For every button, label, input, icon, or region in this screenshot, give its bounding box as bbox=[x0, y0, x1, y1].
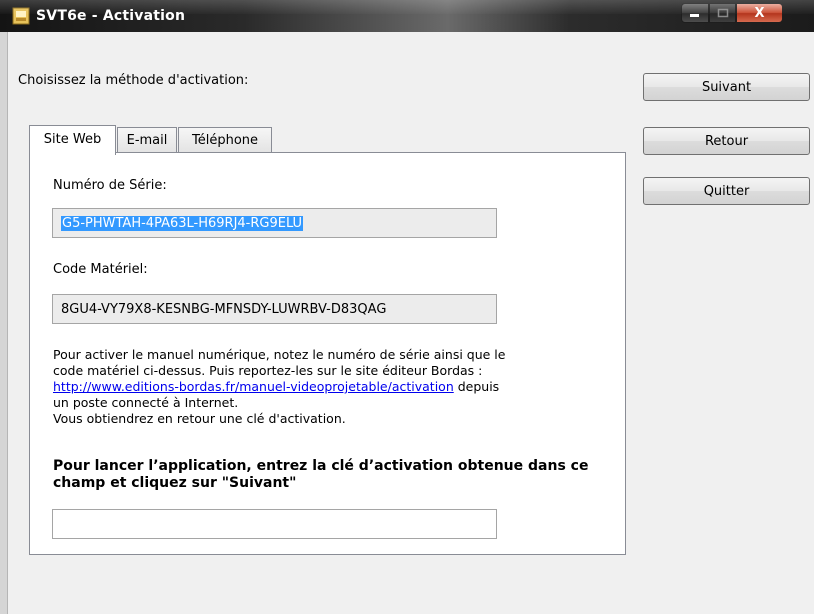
next-button[interactable]: Suivant bbox=[643, 73, 810, 101]
quit-button[interactable]: Quitter bbox=[643, 177, 810, 205]
window-title: SVT6e - Activation bbox=[36, 8, 186, 24]
instructions: Pour activer le manuel numérique, notez … bbox=[53, 347, 613, 427]
key-prompt: Pour lancer l’application, entrez la clé… bbox=[53, 458, 589, 491]
activation-window: SVT6e - Activation X Choisissez la métho… bbox=[0, 0, 814, 614]
serial-value: G5-PHWTAH-4PA63L-H69RJ4-RG9ELU bbox=[61, 215, 304, 231]
app-icon bbox=[12, 7, 30, 25]
minimize-button[interactable] bbox=[681, 3, 709, 23]
instructions-line: un poste connecté à Internet. bbox=[53, 395, 239, 410]
serial-label: Numéro de Série: bbox=[53, 178, 167, 193]
serial-field[interactable]: G5-PHWTAH-4PA63L-H69RJ4-RG9ELU bbox=[52, 208, 497, 238]
maximize-button[interactable] bbox=[709, 3, 736, 23]
maximize-icon bbox=[717, 8, 728, 18]
close-button[interactable]: X bbox=[736, 3, 783, 23]
hardware-label: Code Matériel: bbox=[53, 262, 148, 277]
bordas-activation-link[interactable]: http://www.editions-bordas.fr/manuel-vid… bbox=[53, 379, 454, 394]
instructions-link-line: http://www.editions-bordas.fr/manuel-vid… bbox=[53, 379, 613, 395]
instructions-line: Vous obtiendrez en retour une clé d'acti… bbox=[53, 411, 346, 426]
hardware-field[interactable]: 8GU4-VY79X8-KESNBG-MFNSDY-LUWRBV-D83QAG bbox=[52, 294, 497, 324]
tab-site-web[interactable]: Site Web bbox=[29, 125, 116, 155]
tab-telephone[interactable]: Téléphone bbox=[178, 127, 272, 153]
instructions-line: Pour activer le manuel numérique, notez … bbox=[53, 347, 506, 362]
close-icon: X bbox=[754, 5, 765, 21]
method-prompt: Choisissez la méthode d'activation: bbox=[18, 73, 249, 88]
minimize-icon bbox=[690, 14, 699, 17]
tab-email[interactable]: E-mail bbox=[117, 127, 177, 153]
back-button[interactable]: Retour bbox=[643, 127, 810, 155]
title-bar[interactable]: SVT6e - Activation X bbox=[0, 0, 814, 32]
hardware-value: 8GU4-VY79X8-KESNBG-MFNSDY-LUWRBV-D83QAG bbox=[61, 301, 387, 317]
instructions-text: depuis bbox=[453, 379, 500, 394]
instructions-line: code matériel ci-dessus. Puis reportez-l… bbox=[53, 363, 483, 378]
activation-key-input[interactable] bbox=[52, 509, 497, 539]
window-border bbox=[0, 32, 8, 614]
window-controls: X bbox=[681, 3, 783, 25]
